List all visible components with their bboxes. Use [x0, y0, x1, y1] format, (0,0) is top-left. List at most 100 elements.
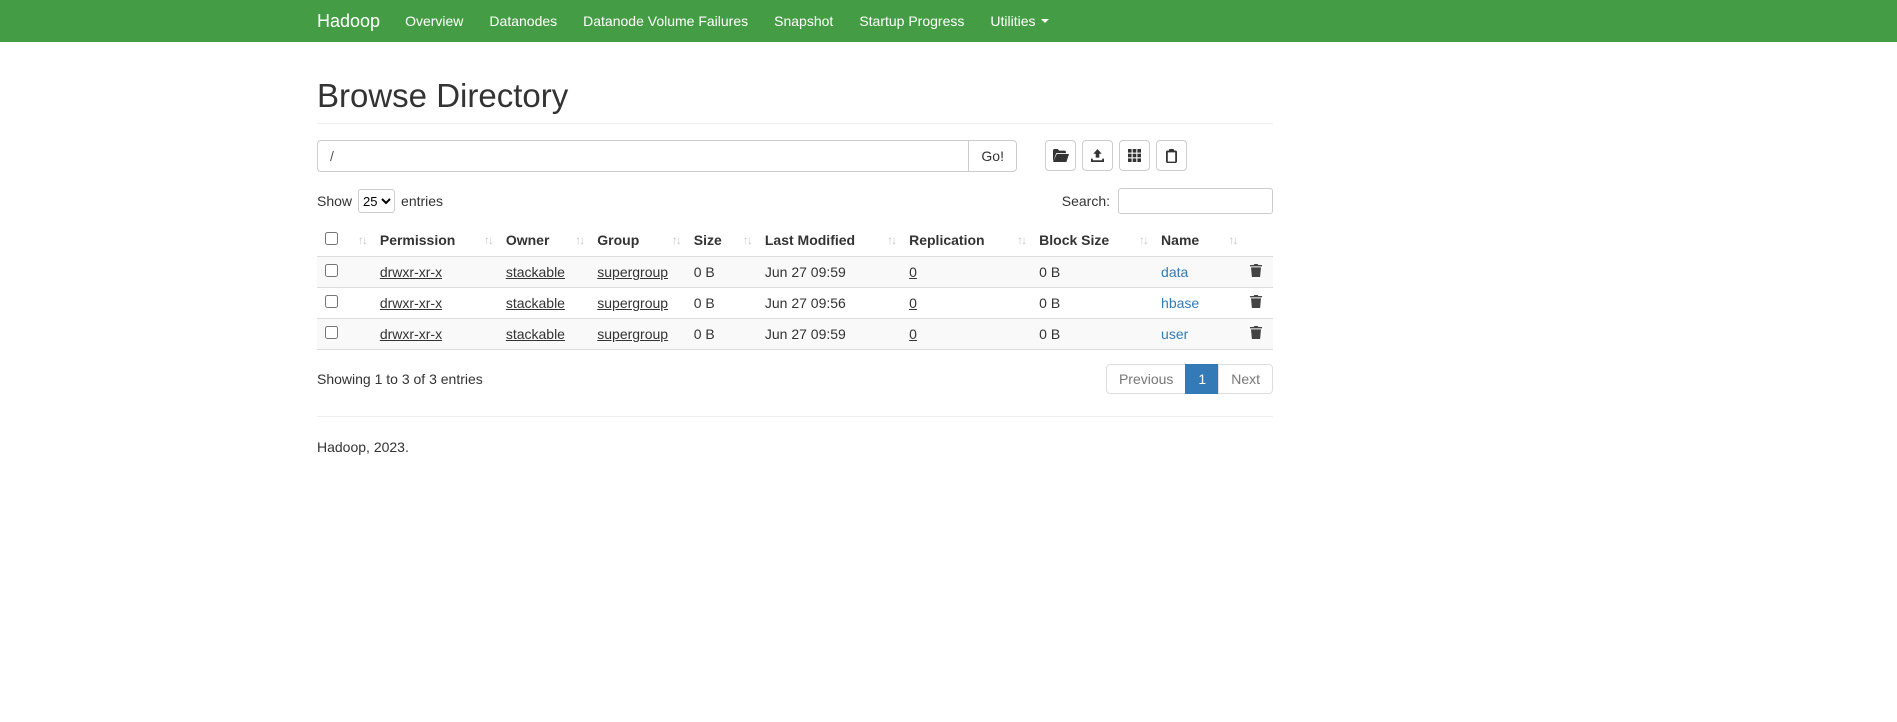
nav-item-datanodes[interactable]: Datanodes	[476, 0, 570, 42]
paste-button[interactable]	[1156, 140, 1187, 171]
group-value[interactable]: supergroup	[597, 264, 668, 280]
trash-icon	[1250, 264, 1262, 277]
entries-select[interactable]: 25	[358, 189, 395, 213]
create-directory-button[interactable]	[1045, 140, 1076, 171]
column-header-label: Block Size	[1039, 232, 1109, 248]
table-row: drwxr-xr-x stackable supergroup 0 B Jun …	[317, 319, 1273, 350]
cell-replication: 0	[901, 288, 1031, 319]
column-header-label: Size	[694, 232, 722, 248]
cell-permission: drwxr-xr-x	[372, 257, 498, 288]
go-button[interactable]: Go!	[968, 140, 1017, 172]
next-page-button[interactable]: Next	[1218, 364, 1273, 394]
column-header-label: Group	[597, 232, 639, 248]
owner-value[interactable]: stackable	[506, 264, 565, 280]
toolbar	[1045, 140, 1193, 171]
page-header: Browse Directory	[317, 78, 1273, 124]
column-header-last-modified[interactable]: Last Modified ↑↓	[757, 224, 901, 257]
footer-text: Hadoop, 2023.	[317, 439, 1273, 455]
nav-item-startup-progress[interactable]: Startup Progress	[846, 0, 977, 42]
sort-icon: ↑↓	[358, 233, 366, 247]
nav-item-snapshot[interactable]: Snapshot	[761, 0, 846, 42]
cell-name: hbase	[1153, 288, 1242, 319]
cell-actions	[1242, 319, 1273, 350]
delete-button[interactable]	[1250, 295, 1262, 308]
hadoop-brand[interactable]: Hadoop	[317, 11, 392, 32]
sort-icon: ↑↓	[1139, 233, 1147, 247]
last-modified-value: Jun 27 09:59	[757, 319, 901, 350]
sort-icon: ↑↓	[1228, 233, 1236, 247]
permission-value[interactable]: drwxr-xr-x	[380, 326, 442, 342]
entries-summary: Showing 1 to 3 of 3 entries	[317, 371, 483, 387]
last-modified-value: Jun 27 09:56	[757, 288, 901, 319]
row-checkbox[interactable]	[325, 264, 338, 277]
table-footer: Showing 1 to 3 of 3 entries Previous 1 N…	[317, 364, 1273, 394]
column-header-label: Name	[1161, 232, 1199, 248]
cell-name: user	[1153, 319, 1242, 350]
block-size-value: 0 B	[1031, 257, 1153, 288]
trash-icon	[1250, 295, 1262, 308]
column-header-permission[interactable]: Permission ↑↓	[372, 224, 498, 257]
column-header-owner[interactable]: Owner ↑↓	[498, 224, 589, 257]
group-value[interactable]: supergroup	[597, 295, 668, 311]
table-row: drwxr-xr-x stackable supergroup 0 B Jun …	[317, 288, 1273, 319]
directory-link[interactable]: user	[1161, 326, 1188, 342]
permission-value[interactable]: drwxr-xr-x	[380, 264, 442, 280]
path-input-group: Go!	[317, 140, 1017, 172]
nav-item-overview[interactable]: Overview	[392, 0, 476, 42]
select-all-checkbox[interactable]	[325, 232, 338, 245]
search-control: Search:	[1062, 188, 1273, 214]
column-header-group[interactable]: Group ↑↓	[589, 224, 686, 257]
cell-select	[317, 319, 372, 350]
upload-files-button[interactable]	[1082, 140, 1113, 171]
block-size-value: 0 B	[1031, 319, 1153, 350]
cell-owner: stackable	[498, 319, 589, 350]
replication-value[interactable]: 0	[909, 264, 917, 280]
column-header-replication[interactable]: Replication ↑↓	[901, 224, 1031, 257]
size-value: 0 B	[686, 288, 757, 319]
cell-owner: stackable	[498, 257, 589, 288]
table-row: drwxr-xr-x stackable supergroup 0 B Jun …	[317, 257, 1273, 288]
permission-value[interactable]: drwxr-xr-x	[380, 295, 442, 311]
replication-value[interactable]: 0	[909, 326, 917, 342]
replication-value[interactable]: 0	[909, 295, 917, 311]
entries-label: entries	[401, 193, 443, 209]
cell-name: data	[1153, 257, 1242, 288]
directory-link[interactable]: hbase	[1161, 295, 1199, 311]
column-header-block-size[interactable]: Block Size ↑↓	[1031, 224, 1153, 257]
delete-button[interactable]	[1250, 326, 1262, 339]
sort-icon: ↑↓	[484, 233, 492, 247]
owner-value[interactable]: stackable	[506, 295, 565, 311]
nav-item-utilities[interactable]: Utilities	[977, 0, 1061, 42]
group-value[interactable]: supergroup	[597, 326, 668, 342]
cell-actions	[1242, 288, 1273, 319]
sort-icon: ↑↓	[575, 233, 583, 247]
directory-link[interactable]: data	[1161, 264, 1188, 280]
search-input[interactable]	[1118, 188, 1273, 214]
path-row: Go!	[317, 140, 1273, 172]
table-controls: Show 25 entries Search:	[317, 188, 1273, 214]
row-checkbox[interactable]	[325, 295, 338, 308]
column-header-actions	[1242, 224, 1273, 257]
column-header-name[interactable]: Name ↑↓	[1153, 224, 1242, 257]
column-header-label: Last Modified	[765, 232, 855, 248]
delete-button[interactable]	[1250, 264, 1262, 277]
cell-permission: drwxr-xr-x	[372, 319, 498, 350]
page-1-button[interactable]: 1	[1185, 364, 1219, 394]
column-header-label: Owner	[506, 232, 550, 248]
nav-links: Overview Datanodes Datanode Volume Failu…	[392, 0, 1061, 42]
size-value: 0 B	[686, 319, 757, 350]
path-input[interactable]	[317, 140, 968, 172]
column-header-size[interactable]: Size ↑↓	[686, 224, 757, 257]
cell-owner: stackable	[498, 288, 589, 319]
nav-item-datanode-volume-failures[interactable]: Datanode Volume Failures	[570, 0, 761, 42]
main-content: Browse Directory Go!	[317, 78, 1273, 455]
row-checkbox[interactable]	[325, 326, 338, 339]
previous-page-button[interactable]: Previous	[1106, 364, 1186, 394]
sort-icon: ↑↓	[672, 233, 680, 247]
cut-button[interactable]	[1119, 140, 1150, 171]
owner-value[interactable]: stackable	[506, 326, 565, 342]
directory-table: ↑↓ Permission ↑↓ Owner ↑↓ Group ↑↓ Size …	[317, 224, 1273, 350]
column-header-select[interactable]: ↑↓	[317, 224, 372, 257]
cell-select	[317, 257, 372, 288]
show-label: Show	[317, 193, 352, 209]
